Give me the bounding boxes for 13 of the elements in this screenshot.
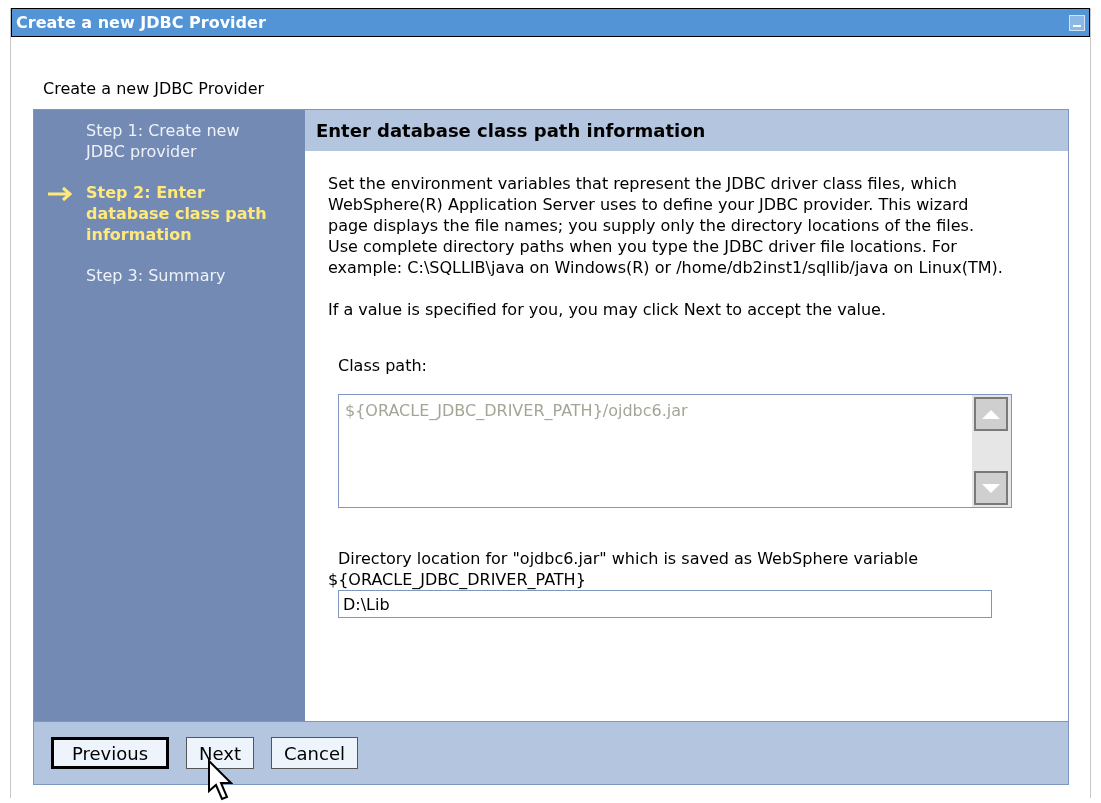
window-title: Create a new JDBC Provider — [16, 11, 266, 34]
wizard-button[interactable]: Cancel — [271, 737, 358, 769]
directory-label: Directory location for "ojdbc6.jar" which is saved as WebSphere variable ${ORACLE_JDBC_DRIVER_PATH} — [328, 548, 920, 590]
description-text: Set the environment variables that represent the JDBC driver class files, which WebSphere(R) Application Server uses to define your JDBC provider. This wizard page displays the file names; you supply only the directory locations of the files. Use complete directory paths when you type the JDBC driver file locations. For example: C:\SQLLIB\java on Windows(R) or /home/db2inst1/sqllib/java on Linux(TM). — [328, 173, 1004, 278]
description-text: If a value is specified for you, you may click Next to accept the value. — [328, 299, 888, 320]
wizard-button[interactable]: Previous — [51, 737, 170, 769]
minimize-button[interactable] — [1069, 14, 1085, 31]
panel-heading: Enter database class path information — [316, 119, 706, 143]
page-title: Create a new JDBC Provider — [43, 79, 265, 98]
directory-input-field[interactable]: D:\Lib — [338, 590, 992, 618]
class-path-label: Class path: — [338, 355, 428, 377]
wizard-button[interactable]: Next — [186, 737, 254, 769]
arrow-icon — [47, 186, 73, 202]
